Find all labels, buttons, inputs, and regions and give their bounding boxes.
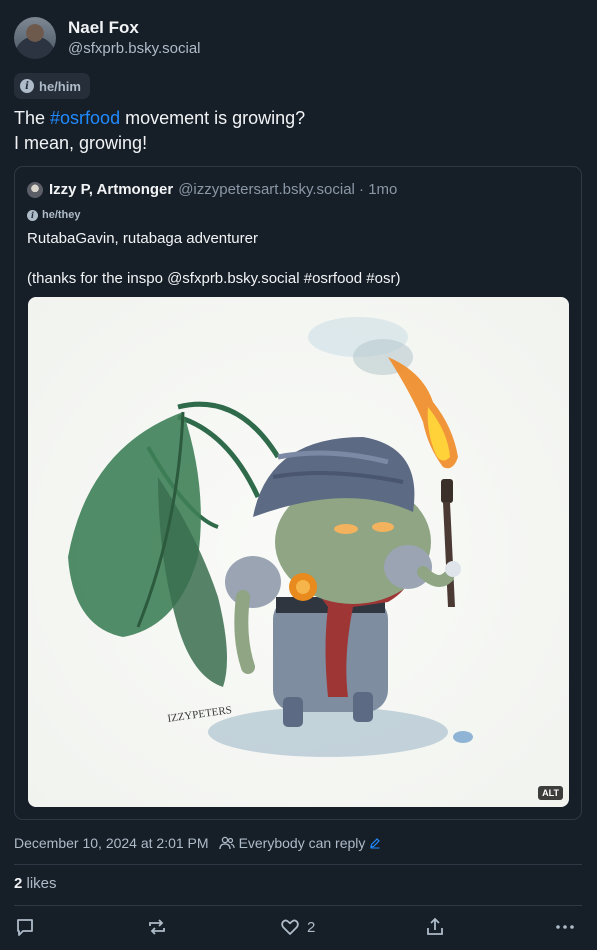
post-text-prefix: The (14, 108, 51, 128)
share-button[interactable] (424, 916, 446, 938)
reply-settings[interactable]: Everybody can reply (218, 835, 382, 851)
info-icon: i (20, 79, 34, 93)
likes-summary[interactable]: 2 likes (14, 875, 57, 892)
reply-setting-label: Everybody can reply (238, 835, 366, 851)
author-display-name[interactable]: Nael Fox (68, 17, 201, 39)
quoted-author-name: Izzy P, Artmonger (49, 181, 174, 198)
author-pronouns: he/him (39, 78, 81, 94)
hashtag-link[interactable]: #osrfood (50, 108, 120, 128)
info-icon: i (27, 209, 38, 221)
divider (14, 864, 582, 865)
quoted-post-header: Izzy P, Artmonger @izzypetersart.bsky.so… (27, 181, 397, 198)
more-options-button[interactable] (554, 916, 576, 938)
heart-icon (281, 919, 299, 935)
share-icon (427, 917, 443, 935)
quoted-author-handle-time: @izzypetersart.bsky.social · 1mo (178, 181, 398, 198)
reply-button[interactable] (14, 916, 36, 938)
post-timestamp: December 10, 2024 at 2:01 PM (14, 835, 209, 851)
post-header: Nael Fox @sfxprb.bsky.social (14, 17, 201, 59)
quoted-author-pronouns: i he/they (27, 209, 81, 221)
alt-text-badge[interactable]: ALT (538, 786, 563, 800)
divider (14, 905, 582, 906)
repost-icon (149, 919, 165, 935)
author-avatar[interactable] (14, 17, 56, 59)
author-pronouns-pill: i he/him (14, 73, 90, 99)
author-names: Nael Fox @sfxprb.bsky.social (68, 17, 201, 59)
post-text-line2: I mean, growing! (14, 133, 148, 153)
post-meta: December 10, 2024 at 2:01 PM Everybody c… (14, 835, 381, 851)
post-text: The #osrfood movement is growing? I mean… (14, 106, 305, 156)
post-actions: 2 (14, 916, 582, 942)
quoted-text-line (27, 249, 400, 269)
post-thread-item: Nael Fox @sfxprb.bsky.social i he/him Th… (0, 0, 597, 950)
more-icon (556, 925, 574, 929)
like-button[interactable]: 2 (279, 916, 315, 938)
people-icon (218, 836, 235, 850)
quoted-post-text: RutabaGavin, rutabaga adventurer (thanks… (27, 229, 400, 289)
quoted-author-avatar (27, 181, 43, 198)
pencil-icon (370, 838, 381, 849)
reply-icon (17, 919, 33, 936)
likes-label: likes (26, 875, 57, 892)
post-text-suffix: movement is growing? (120, 108, 306, 128)
quoted-post-card[interactable]: Izzy P, Artmonger @izzypetersart.bsky.so… (14, 166, 582, 820)
quoted-pronouns-text: he/they (42, 209, 81, 221)
repost-button[interactable] (146, 916, 168, 938)
rutabaga-adventurer-illustration: IZZYPETERS (68, 317, 473, 757)
likes-count: 2 (14, 875, 23, 892)
quoted-text-line: (thanks for the inspo @sfxprb.bsky.socia… (27, 270, 401, 287)
quoted-post-image[interactable]: IZZYPETERS ALT (28, 297, 569, 807)
author-handle[interactable]: @sfxprb.bsky.social (68, 39, 201, 59)
like-count: 2 (307, 918, 316, 936)
quoted-text-line: RutabaGavin, rutabaga adventurer (27, 230, 258, 247)
